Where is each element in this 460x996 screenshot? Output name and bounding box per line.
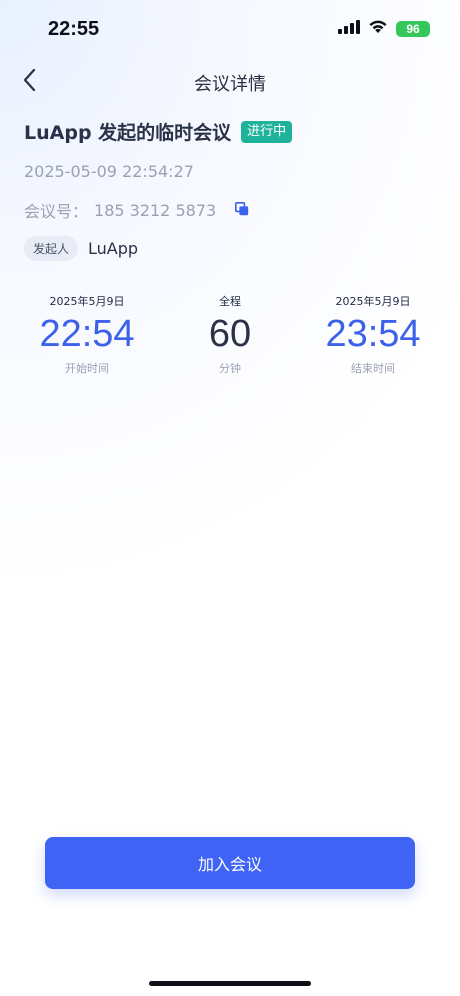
start-time: 22:54 [39, 313, 135, 355]
navigation-header: 会议详情 [0, 60, 460, 104]
meeting-time-block: 2025年5月9日 22:54 开始时间 全程 60 分钟 2025年5月9日 … [0, 292, 460, 392]
battery-indicator: 96 [396, 20, 430, 37]
end-date: 2025年5月9日 [335, 295, 411, 308]
status-time: 22:55 [48, 18, 100, 40]
initiator-row: 发起人 LuApp [24, 236, 138, 261]
meeting-id-label: 会议号： [24, 202, 89, 221]
initiator-tag: 发起人 [24, 236, 79, 261]
duration-label: 全程 [219, 295, 241, 308]
duration-value: 60 [208, 313, 252, 355]
home-indicator [149, 981, 311, 986]
end-time-caption: 结束时间 [351, 362, 395, 375]
end-time: 23:54 [325, 313, 421, 355]
duration-unit: 分钟 [219, 362, 241, 375]
meeting-id-value: 185 3212 5873 [94, 200, 217, 220]
join-meeting-button[interactable]: 加入会议 [45, 837, 415, 889]
duration-column: 全程 60 分钟 [150, 292, 310, 376]
start-time-column: 2025年5月9日 22:54 开始时间 [7, 292, 167, 376]
status-icons: 96 [338, 19, 430, 38]
start-time-caption: 开始时间 [65, 362, 109, 375]
meeting-id-row: 会议号： 185 3212 5873 [24, 198, 252, 222]
wifi-icon [368, 19, 388, 38]
copy-icon [235, 201, 249, 220]
status-bar: 22:55 96 [0, 0, 460, 60]
meeting-title-row: LuApp 发起的临时会议 进行中 [24, 118, 293, 145]
cellular-signal-icon [338, 19, 360, 38]
copy-meeting-id-button[interactable] [232, 200, 252, 220]
status-badge: 进行中 [241, 120, 293, 143]
meeting-created-at: 2025-05-09 22:54:27 [24, 162, 194, 181]
start-date: 2025年5月9日 [49, 295, 125, 308]
page-title: 会议详情 [194, 74, 266, 95]
initiator-name: LuApp [88, 239, 139, 258]
meeting-title: LuApp 发起的临时会议 [24, 122, 232, 144]
end-time-column: 2025年5月9日 23:54 结束时间 [293, 292, 453, 376]
